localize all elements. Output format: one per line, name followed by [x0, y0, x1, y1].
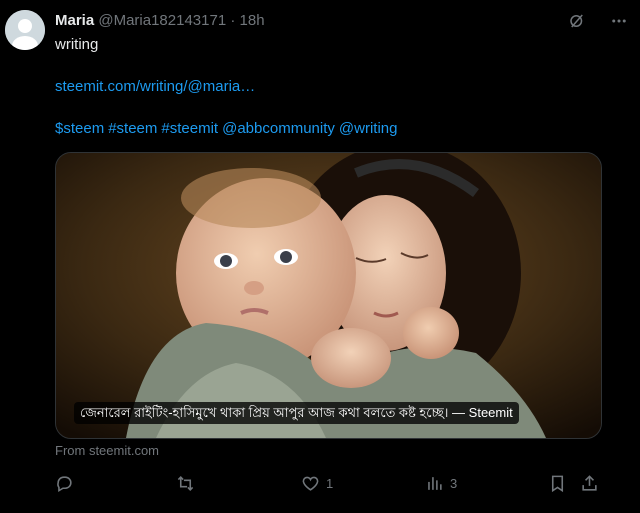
tweet-hashtags: $steem #steem #steemit @abbcommunity @writin… — [55, 119, 401, 139]
link-card[interactable]: জেনারেল রাইটিং-হাসিমুখে থাকা প্রিয় আপুর… — [55, 152, 602, 439]
tweet-header: Maria @Maria182143171 · 18h — [55, 11, 265, 31]
like-button[interactable]: 1 — [301, 471, 333, 495]
more-options-icon[interactable] — [608, 10, 630, 32]
user-handle[interactable]: @Maria182143171 — [98, 12, 226, 29]
bookmark-icon — [551, 475, 564, 492]
card-caption: জেনারেল রাইটিং-হাসিমুখে থাকা প্রিয় আপুর… — [74, 402, 519, 424]
display-name[interactable]: Maria — [55, 12, 94, 29]
default-avatar-icon — [5, 10, 45, 50]
share-icon — [582, 474, 597, 491]
like-count: 1 — [326, 475, 334, 491]
card-image — [56, 153, 601, 438]
mention[interactable]: @abbcommunity — [222, 120, 335, 137]
share-button[interactable] — [580, 471, 599, 495]
retweet-icon — [177, 475, 194, 491]
tweet-text: writing — [55, 36, 99, 53]
separator: · — [230, 12, 236, 29]
views-count: 3 — [450, 475, 458, 491]
reply-button[interactable] — [55, 471, 74, 495]
retweet-button[interactable] — [176, 471, 195, 495]
bookmark-button[interactable] — [548, 471, 567, 495]
tweet-link[interactable]: steemit.com/writing/@maria… — [55, 77, 255, 97]
avatar[interactable] — [5, 10, 45, 50]
tweet-actions: 1 3 — [55, 471, 600, 495]
views-button[interactable]: 3 — [425, 471, 457, 495]
hashtag[interactable]: $steem — [55, 120, 104, 137]
mention[interactable]: @writing — [339, 120, 398, 137]
hashtag[interactable]: #steemit — [161, 120, 218, 137]
timestamp[interactable]: 18h — [240, 12, 265, 29]
views-icon — [428, 476, 442, 490]
grok-icon[interactable] — [566, 10, 588, 32]
reply-icon — [57, 475, 72, 492]
hashtag[interactable]: #steem — [108, 120, 157, 137]
tweet[interactable]: Maria @Maria182143171 · 18h writing stee… — [0, 0, 640, 513]
heart-icon — [302, 476, 319, 491]
card-source[interactable]: From steemit.com — [55, 442, 159, 460]
